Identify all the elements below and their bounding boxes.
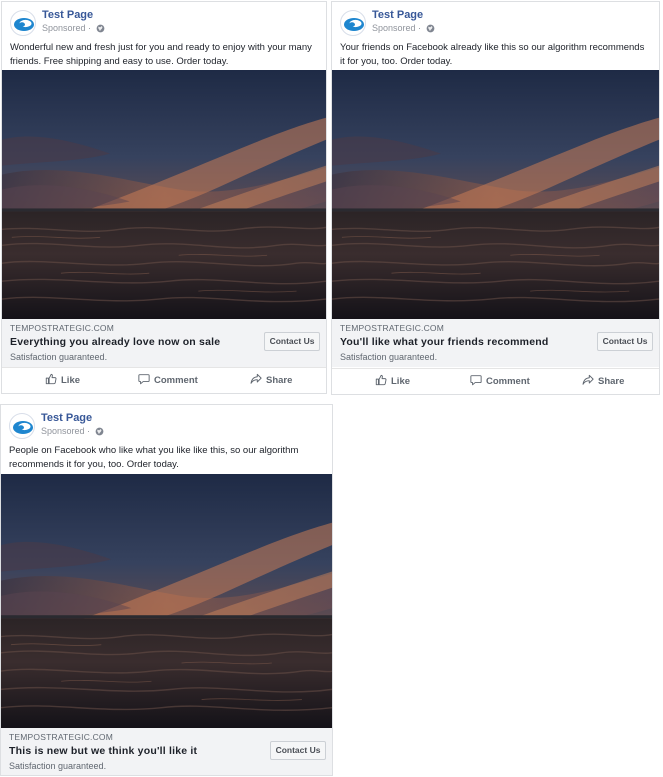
contact-us-button[interactable]: Contact Us <box>270 741 326 760</box>
globe-icon <box>426 24 434 33</box>
link-preview-footer[interactable]: TEMPOSTRATEGIC.COM You'll like what your… <box>332 319 659 367</box>
link-domain: TEMPOSTRATEGIC.COM <box>9 732 114 742</box>
page-name-link[interactable]: Test Page <box>372 9 423 21</box>
contact-us-button[interactable]: Contact Us <box>597 332 653 351</box>
share-arrow-icon <box>582 375 594 386</box>
link-preview-footer[interactable]: TEMPOSTRATEGIC.COM This is new but we th… <box>1 728 332 775</box>
action-bar: Like Comment Share <box>2 367 326 393</box>
thumbs-up-icon <box>45 374 57 385</box>
swirl-logo-icon <box>344 18 364 31</box>
page-name-link[interactable]: Test Page <box>41 412 92 424</box>
ad-image[interactable] <box>2 70 326 319</box>
speech-bubble-icon <box>138 374 150 385</box>
share-button[interactable]: Share <box>250 368 293 393</box>
sunset-over-water-image <box>332 70 659 319</box>
speech-bubble-icon <box>470 375 482 386</box>
link-domain: TEMPOSTRATEGIC.COM <box>10 323 115 333</box>
contact-us-button[interactable]: Contact Us <box>264 332 320 351</box>
sponsored-text: Sponsored · <box>372 23 422 33</box>
like-label: Like <box>61 375 81 386</box>
swirl-logo-icon <box>14 18 34 31</box>
link-preview-footer[interactable]: TEMPOSTRATEGIC.COM Everything you alread… <box>2 319 326 367</box>
share-label: Share <box>266 375 293 386</box>
ad-image[interactable] <box>1 474 332 728</box>
page-name-link[interactable]: Test Page <box>42 9 93 21</box>
page-avatar[interactable] <box>340 10 366 36</box>
sponsored-label: Sponsored · <box>41 426 104 436</box>
sponsored-label: Sponsored · <box>42 23 105 33</box>
like-button[interactable]: Like <box>45 368 81 393</box>
page-avatar[interactable] <box>9 413 35 439</box>
ad-message: Your friends on Facebook already like th… <box>340 42 645 67</box>
comment-label: Comment <box>154 375 198 386</box>
comment-button[interactable]: Comment <box>470 369 530 394</box>
page-avatar[interactable] <box>10 10 36 36</box>
link-headline[interactable]: You'll like what your friends recommend <box>340 336 548 348</box>
thumbs-up-icon <box>375 375 387 386</box>
link-domain: TEMPOSTRATEGIC.COM <box>340 323 445 333</box>
sponsored-text: Sponsored · <box>42 23 92 33</box>
like-button[interactable]: Like <box>375 369 411 394</box>
ad-message: People on Facebook who like what you lik… <box>9 445 299 470</box>
swirl-logo-icon <box>13 421 33 434</box>
ad-card-2: Test Page Sponsored · Your friends on Fa… <box>331 1 660 395</box>
ad-card-3: Test Page Sponsored · People on Facebook… <box>0 404 333 776</box>
ad-message: Wonderful new and fresh just for you and… <box>10 42 312 67</box>
ad-header: Test Page Sponsored · <box>1 405 332 439</box>
ad-header: Test Page Sponsored · <box>2 2 326 36</box>
share-arrow-icon <box>250 374 262 385</box>
sponsored-label: Sponsored · <box>372 23 435 33</box>
ad-card-1: Test Page Sponsored · Wonderful new and … <box>1 1 327 394</box>
like-label: Like <box>391 376 411 387</box>
link-description: Satisfaction guaranteed. <box>9 761 107 771</box>
link-description: Satisfaction guaranteed. <box>340 352 438 362</box>
ad-image[interactable] <box>332 70 659 319</box>
sunset-over-water-image <box>1 474 332 728</box>
sunset-over-water-image <box>2 70 326 319</box>
comment-button[interactable]: Comment <box>138 368 198 393</box>
comment-label: Comment <box>486 376 530 387</box>
globe-icon <box>95 427 103 436</box>
sponsored-text: Sponsored · <box>41 426 91 436</box>
link-headline[interactable]: This is new but we think you'll like it <box>9 745 197 757</box>
share-label: Share <box>598 376 625 387</box>
globe-icon <box>96 24 104 33</box>
share-button[interactable]: Share <box>582 369 625 394</box>
ad-header: Test Page Sponsored · <box>332 2 659 36</box>
link-description: Satisfaction guaranteed. <box>10 352 108 362</box>
link-headline[interactable]: Everything you already love now on sale <box>10 336 220 348</box>
action-bar: Like Comment Share <box>332 368 659 394</box>
